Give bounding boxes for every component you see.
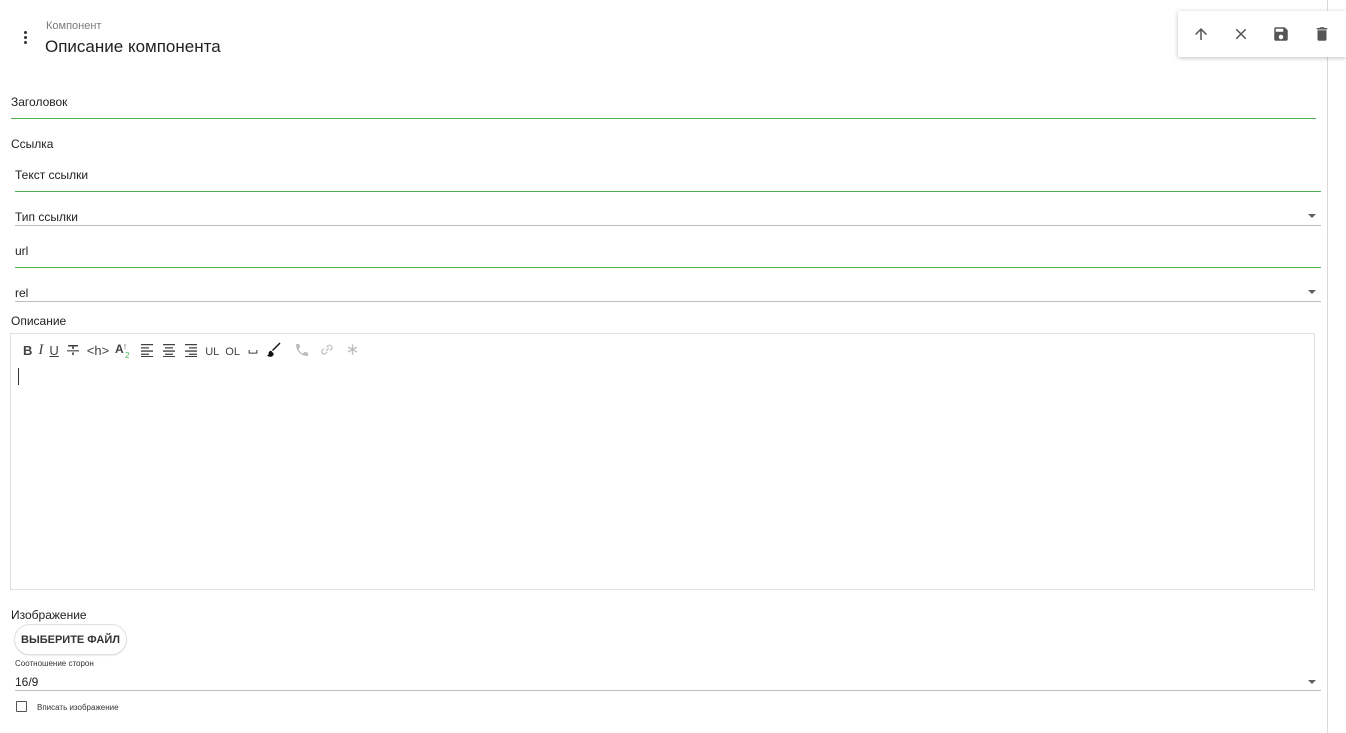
- chevron-down-icon: [1308, 214, 1316, 218]
- description-editor[interactable]: B I U <h> A ! 2 UL OL: [10, 333, 1315, 590]
- heading-button[interactable]: <h>: [87, 341, 109, 359]
- clear-format-button[interactable]: [346, 341, 359, 359]
- space-icon: [248, 350, 258, 354]
- ordered-list-button[interactable]: OL: [225, 343, 240, 361]
- link-icon: [321, 344, 333, 355]
- align-center-icon: [163, 344, 176, 357]
- bold-button[interactable]: B: [23, 341, 32, 359]
- url-label: url: [15, 244, 29, 258]
- strikethrough-button[interactable]: [65, 341, 81, 359]
- url-input[interactable]: [40, 244, 1310, 258]
- choose-file-button[interactable]: ВЫБЕРИТЕ ФАЙЛ: [14, 624, 127, 655]
- save-icon: [1274, 27, 1288, 41]
- move-up-button[interactable]: [1191, 24, 1211, 44]
- chevron-down-icon: [1308, 290, 1316, 294]
- aspect-ratio-value: 16/9: [15, 675, 39, 689]
- heading-input[interactable]: [11, 104, 1311, 118]
- text-size-icon: A ! 2: [115, 342, 130, 358]
- strikethrough-icon: [66, 345, 79, 355]
- link-text-underline: [15, 191, 1321, 192]
- svg-text:2: 2: [125, 351, 130, 358]
- aspect-ratio-label: Соотношение сторон: [15, 659, 94, 668]
- italic-button[interactable]: I: [38, 341, 43, 359]
- heading-underline: [11, 118, 1316, 119]
- fit-image-label: Вписать изображение: [37, 703, 119, 712]
- align-left-button[interactable]: [139, 341, 155, 359]
- align-left-icon: [141, 344, 154, 357]
- text-cursor: [18, 368, 19, 385]
- underline-button[interactable]: U: [49, 341, 58, 359]
- breadcrumb: Компонент: [46, 20, 102, 32]
- rel-underline: [15, 301, 1321, 302]
- close-button[interactable]: [1231, 24, 1251, 44]
- non-breaking-space-button[interactable]: [246, 341, 260, 359]
- svg-text:!: !: [124, 344, 126, 351]
- arrow-up-icon: [1195, 28, 1207, 40]
- rel-label: rel: [15, 286, 29, 300]
- link-type-label: Тип ссылки: [15, 210, 78, 224]
- brush-icon: [266, 342, 281, 357]
- align-right-button[interactable]: [183, 341, 199, 359]
- unordered-list-button[interactable]: UL: [205, 343, 219, 361]
- asterisk-icon: [347, 344, 358, 355]
- link-section-label: Ссылка: [11, 137, 54, 151]
- aspect-ratio-underline: [15, 690, 1321, 691]
- color-brush-button[interactable]: [266, 341, 282, 359]
- action-toolbar: [1178, 11, 1346, 57]
- align-right-icon: [185, 344, 198, 357]
- svg-text:A: A: [115, 342, 124, 356]
- chevron-down-icon: [1308, 680, 1316, 684]
- right-edge-divider: [1327, 0, 1328, 733]
- delete-button[interactable]: [1312, 24, 1332, 44]
- aspect-ratio-select[interactable]: 16/9: [15, 672, 1321, 690]
- editor-toolbar: B I U <h> A ! 2 UL OL: [23, 341, 365, 359]
- image-label: Изображение: [11, 608, 87, 622]
- phone-icon: [295, 344, 308, 356]
- insert-link-button[interactable]: [320, 341, 334, 359]
- more-vert-icon[interactable]: [16, 27, 34, 47]
- delete-icon: [1316, 27, 1328, 41]
- description-label: Описание: [11, 314, 67, 328]
- align-center-button[interactable]: [161, 341, 177, 359]
- save-button[interactable]: [1271, 24, 1291, 44]
- close-icon: [1235, 28, 1247, 40]
- page-title: Описание компонента: [45, 37, 221, 56]
- text-size-button[interactable]: A ! 2: [115, 341, 133, 359]
- rel-select[interactable]: rel: [15, 280, 1321, 302]
- phone-link-button[interactable]: [294, 341, 310, 359]
- link-text-input[interactable]: [15, 176, 1315, 190]
- link-type-underline: [15, 225, 1321, 226]
- fit-image-checkbox[interactable]: [16, 701, 27, 712]
- link-type-select[interactable]: Тип ссылки: [15, 204, 1321, 226]
- url-underline: [15, 267, 1321, 268]
